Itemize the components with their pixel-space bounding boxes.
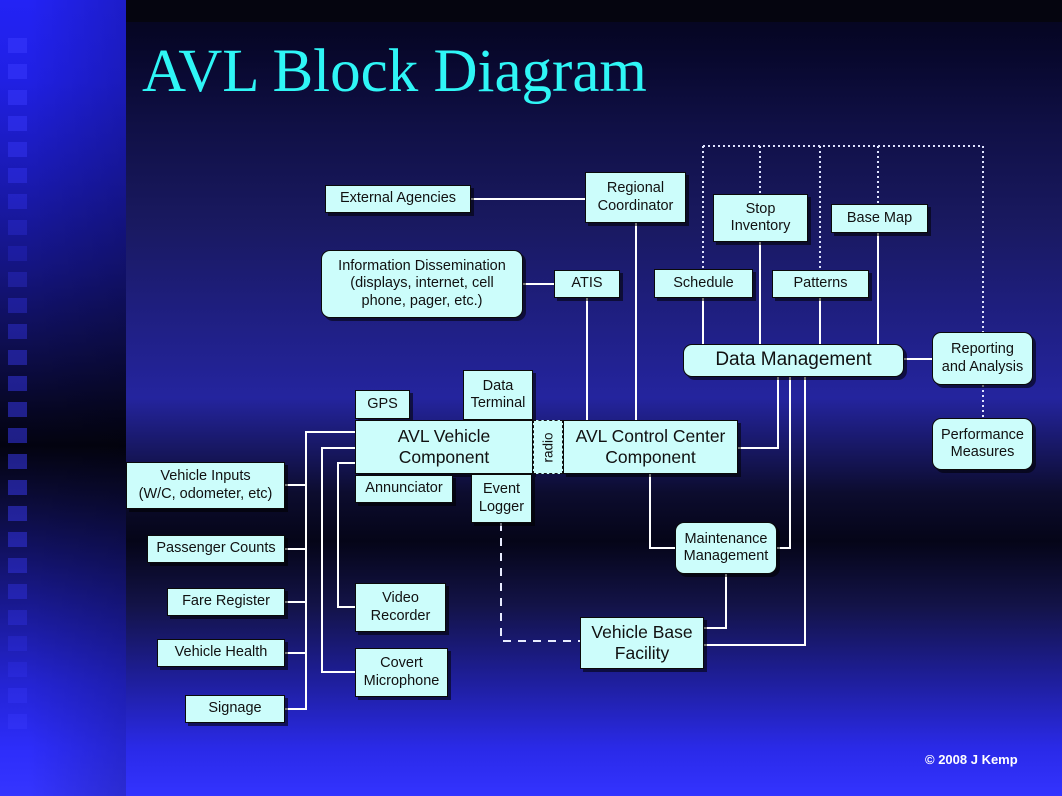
node-regional_coordinator[interactable]: Regional Coordinator — [585, 172, 686, 223]
edge-maintenance-vehicle-base-facility — [704, 574, 727, 629]
edge-vehicle-inputs-avl-vehicle — [285, 431, 355, 486]
node-annunciator[interactable]: Annunciator — [355, 475, 453, 503]
edge-signage-avl-vehicle — [285, 485, 307, 710]
node-patterns[interactable]: Patterns — [772, 270, 869, 298]
node-data_terminal[interactable]: Data Terminal — [463, 370, 533, 420]
copyright-notice: © 2008 J Kemp — [925, 752, 1018, 767]
node-atis[interactable]: ATIS — [554, 270, 620, 298]
node-avl_control_center[interactable]: AVL Control Center Component — [563, 420, 738, 474]
node-passenger_counts[interactable]: Passenger Counts — [147, 535, 285, 563]
node-event_logger[interactable]: Event Logger — [471, 474, 532, 523]
edge-event-logger-vehicle-base-facility — [499, 523, 580, 643]
node-maintenance_mgmt[interactable]: Maintenance Management — [675, 522, 777, 574]
diagram-canvas: External Agencies Regional Coordinator Stop… — [0, 0, 1062, 796]
node-stop_inventory[interactable]: Stop Inventory — [713, 194, 808, 242]
node-performance_measures[interactable]: Performance Measures — [932, 418, 1033, 470]
edge-avl-control-center-maintenance — [649, 474, 675, 549]
node-schedule[interactable]: Schedule — [654, 269, 753, 298]
node-gps[interactable]: GPS — [355, 390, 410, 419]
node-fare_register[interactable]: Fare Register — [167, 588, 285, 616]
node-info_dissemination[interactable]: Information Dissemination (displays, inte… — [321, 250, 523, 318]
node-avl_vehicle[interactable]: AVL Vehicle Component — [355, 420, 533, 474]
slide: AVL Block Diagram External Agencies Regi… — [0, 0, 1062, 796]
node-base_map[interactable]: Base Map — [831, 204, 928, 233]
radio-link-text: radio — [540, 431, 556, 463]
edge-video-recorder-avl-vehicle — [337, 462, 355, 608]
node-vehicle_health[interactable]: Vehicle Health — [157, 639, 285, 667]
node-data_management[interactable]: Data Management — [683, 344, 904, 377]
edge-data-management-avl-control-center — [738, 377, 779, 449]
node-vehicle_inputs[interactable]: Vehicle Inputs (W/C, odometer, etc) — [126, 462, 285, 509]
radio-link-label: radio — [533, 420, 563, 474]
node-external_agencies[interactable]: External Agencies — [325, 185, 471, 213]
node-covert_microphone[interactable]: Covert Microphone — [355, 648, 448, 697]
node-video_recorder[interactable]: Video Recorder — [355, 583, 446, 632]
node-vehicle_base_facility[interactable]: Vehicle Base Facility — [580, 617, 704, 669]
node-signage[interactable]: Signage — [185, 695, 285, 723]
node-reporting_analysis[interactable]: Reporting and Analysis — [932, 332, 1033, 385]
